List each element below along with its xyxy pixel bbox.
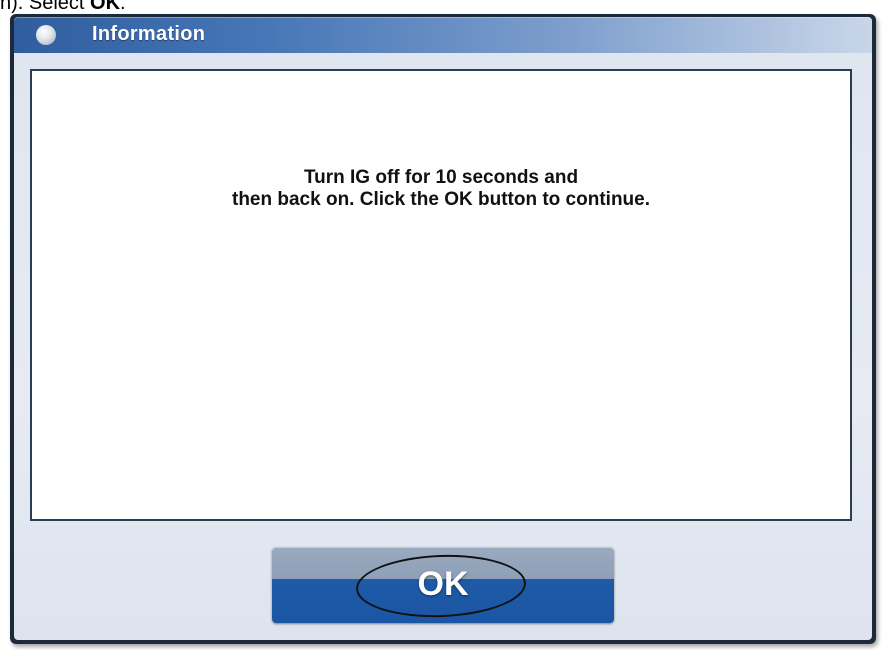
message-line-1: Turn IG off for 10 seconds and xyxy=(303,167,579,188)
instruction-text: n). Select OK. xyxy=(0,0,126,15)
dialog-body: Turn IG off for 10 seconds and then back… xyxy=(14,53,872,640)
message-panel: Turn IG off for 10 seconds and then back… xyxy=(30,69,852,521)
instruction-prefix: n). Select xyxy=(0,0,91,14)
instruction-suffix: . xyxy=(120,0,126,14)
dialog-title: Information xyxy=(92,23,206,45)
message-line-2: then back on. Click the OK button to con… xyxy=(232,189,650,210)
information-dialog: Information Turn IG off for 10 seconds a… xyxy=(10,14,876,644)
dialog-message: Turn IG off for 10 seconds and then back… xyxy=(32,167,850,211)
dialog-titlebar[interactable]: Information xyxy=(14,17,872,53)
instruction-emphasis: OK xyxy=(90,0,121,14)
info-bullet-icon xyxy=(36,25,56,45)
ok-button[interactable]: OK xyxy=(272,547,614,623)
page: n). Select OK. Information Turn IG off f… xyxy=(0,0,882,650)
ok-button-label: OK xyxy=(417,565,469,603)
